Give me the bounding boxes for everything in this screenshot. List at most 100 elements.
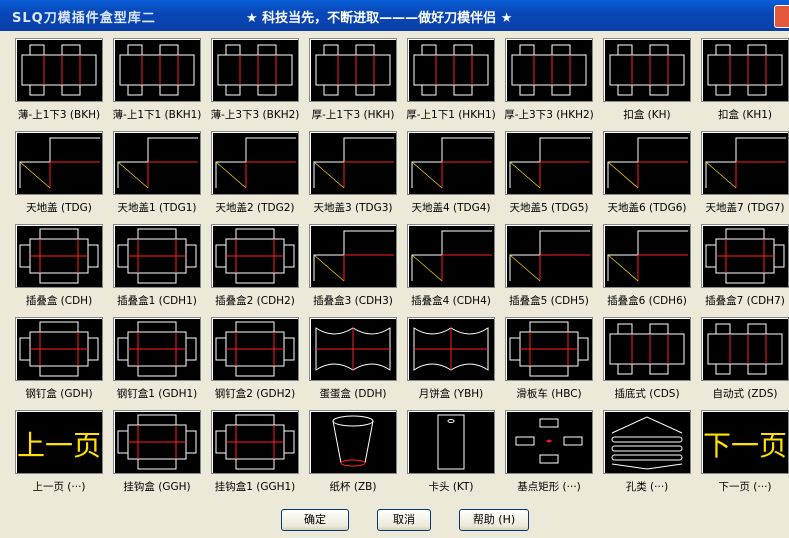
box-template-label: 天地盖6 (TDG6) xyxy=(607,202,687,214)
box-template-item[interactable]: 插叠盒5 (CDH5) xyxy=(503,222,595,312)
box-template-item[interactable]: 扣盒 (KH) xyxy=(601,36,693,126)
box-thumbnail[interactable] xyxy=(701,131,789,195)
box-thumbnail[interactable] xyxy=(701,317,789,381)
box-thumbnail[interactable] xyxy=(505,131,593,195)
box-thumbnail[interactable] xyxy=(15,317,103,381)
box-diagram-icon xyxy=(215,137,296,189)
box-thumbnail[interactable] xyxy=(407,317,495,381)
svg-text:上一页: 上一页 xyxy=(17,429,101,462)
box-thumbnail[interactable] xyxy=(113,38,201,102)
box-template-item[interactable]: 插叠盒7 (CDH7) xyxy=(699,222,789,312)
box-thumbnail[interactable] xyxy=(211,131,299,195)
box-template-item[interactable]: 插底式 (CDS) xyxy=(601,315,693,405)
box-template-item[interactable]: 挂钩盒1 (GGH1) xyxy=(209,408,301,498)
box-template-item[interactable]: 天地盖 (TDG) xyxy=(13,129,105,219)
box-thumbnail[interactable] xyxy=(309,131,397,195)
box-thumbnail[interactable] xyxy=(113,131,201,195)
box-template-item[interactable]: 厚-上3下3 (HKH2) xyxy=(503,36,595,126)
box-template-item[interactable]: 插叠盒1 (CDH1) xyxy=(111,222,203,312)
box-template-item[interactable]: 插叠盒 (CDH) xyxy=(13,222,105,312)
box-diagram-icon xyxy=(413,44,489,96)
box-thumbnail[interactable] xyxy=(505,410,593,474)
box-template-item[interactable]: 挂钩盒 (GGH) xyxy=(111,408,203,498)
close-icon[interactable] xyxy=(774,5,789,28)
box-diagram-icon xyxy=(332,415,374,467)
box-thumbnail[interactable] xyxy=(15,38,103,102)
box-template-item[interactable]: 扣盒 (KH1) xyxy=(699,36,789,126)
box-thumbnail[interactable] xyxy=(603,38,691,102)
box-thumbnail[interactable] xyxy=(407,224,495,288)
box-template-item[interactable]: 天地盖3 (TDG3) xyxy=(307,129,399,219)
box-template-item[interactable]: 插叠盒6 (CDH6) xyxy=(601,222,693,312)
next-page-button[interactable]: 下一页 下一页 (···) xyxy=(699,408,789,498)
box-template-item[interactable]: 厚-上1下3 (HKH) xyxy=(307,36,399,126)
box-template-item[interactable]: 月饼盒 (YBH) xyxy=(405,315,497,405)
box-diagram-icon xyxy=(19,137,100,189)
box-template-item[interactable]: 天地盖1 (TDG1) xyxy=(111,129,203,219)
box-template-item[interactable]: 薄-上1下3 (BKH) xyxy=(13,36,105,126)
box-template-item[interactable]: 纸杯 (ZB) xyxy=(307,408,399,498)
prev-page-button[interactable]: 上一页 上一页 (···) xyxy=(13,408,105,498)
cancel-button[interactable]: 取消 xyxy=(377,509,431,531)
box-template-item[interactable]: 插叠盒2 (CDH2) xyxy=(209,222,301,312)
help-button[interactable]: 帮助 (H) xyxy=(459,509,529,531)
box-thumbnail[interactable] xyxy=(603,317,691,381)
box-template-item[interactable]: 滑板车 (HBC) xyxy=(503,315,595,405)
box-thumbnail[interactable] xyxy=(407,38,495,102)
box-thumbnail[interactable] xyxy=(211,410,299,474)
box-diagram-icon xyxy=(117,414,197,470)
box-thumbnail[interactable] xyxy=(113,317,201,381)
box-thumbnail[interactable]: 上一页 xyxy=(15,410,103,474)
box-thumbnail[interactable] xyxy=(603,131,691,195)
box-template-item[interactable]: 蛋蛋盒 (DDH) xyxy=(307,315,399,405)
box-thumbnail[interactable] xyxy=(309,224,397,288)
box-template-label: 薄-上1下1 (BKH1) xyxy=(112,109,202,121)
box-template-item[interactable]: 自动式 (ZDS) xyxy=(699,315,789,405)
box-template-item[interactable]: 薄-上1下1 (BKH1) xyxy=(111,36,203,126)
box-thumbnail[interactable] xyxy=(211,224,299,288)
box-thumbnail[interactable] xyxy=(407,131,495,195)
box-template-item[interactable]: 薄-上3下3 (BKH2) xyxy=(209,36,301,126)
box-template-label: 天地盖3 (TDG3) xyxy=(313,202,393,214)
box-diagram-icon: 上一页 xyxy=(17,429,101,462)
box-thumbnail[interactable] xyxy=(15,224,103,288)
box-template-item[interactable]: 钢钉盒 (GDH) xyxy=(13,315,105,405)
box-template-label: 孔类 (···) xyxy=(625,481,669,493)
box-template-item[interactable]: 天地盖2 (TDG2) xyxy=(209,129,301,219)
box-thumbnail[interactable] xyxy=(309,38,397,102)
box-template-item[interactable]: 天地盖7 (TDG7) xyxy=(699,129,789,219)
box-thumbnail[interactable] xyxy=(113,410,201,474)
box-template-item[interactable]: 天地盖6 (TDG6) xyxy=(601,129,693,219)
box-template-item[interactable]: 卡头 (KT) xyxy=(405,408,497,498)
box-thumbnail[interactable] xyxy=(309,317,397,381)
box-template-item[interactable]: 钢钉盒2 (GDH2) xyxy=(209,315,301,405)
box-template-item[interactable]: 天地盖4 (TDG4) xyxy=(405,129,497,219)
box-template-label: 天地盖 (TDG) xyxy=(26,202,92,214)
box-thumbnail[interactable] xyxy=(505,38,593,102)
box-template-item[interactable]: 基点矩形 (···) xyxy=(503,408,595,498)
box-thumbnail[interactable] xyxy=(701,224,789,288)
box-template-item[interactable]: 插叠盒4 (CDH4) xyxy=(405,222,497,312)
box-thumbnail[interactable] xyxy=(309,410,397,474)
box-template-item[interactable]: 孔类 (···) xyxy=(601,408,693,498)
box-template-item[interactable]: 钢钉盒1 (GDH1) xyxy=(111,315,203,405)
box-thumbnail[interactable] xyxy=(407,410,495,474)
box-thumbnail[interactable] xyxy=(505,224,593,288)
box-thumbnail[interactable] xyxy=(603,224,691,288)
box-template-label: 厚-上3下3 (HKH2) xyxy=(504,109,594,121)
box-diagram-icon xyxy=(117,137,198,189)
box-template-label: 插叠盒2 (CDH2) xyxy=(215,295,295,307)
box-thumbnail[interactable] xyxy=(505,317,593,381)
box-thumbnail[interactable] xyxy=(211,317,299,381)
ok-button[interactable]: 确定 xyxy=(281,509,349,531)
box-thumbnail[interactable]: 下一页 xyxy=(701,410,789,474)
box-template-item[interactable]: 厚-上1下1 (HKH1) xyxy=(405,36,497,126)
box-thumbnail[interactable] xyxy=(603,410,691,474)
box-template-label: 插叠盒1 (CDH1) xyxy=(117,295,197,307)
box-thumbnail[interactable] xyxy=(15,131,103,195)
box-thumbnail[interactable] xyxy=(211,38,299,102)
box-template-item[interactable]: 天地盖5 (TDG5) xyxy=(503,129,595,219)
box-thumbnail[interactable] xyxy=(113,224,201,288)
box-template-item[interactable]: 插叠盒3 (CDH3) xyxy=(307,222,399,312)
box-thumbnail[interactable] xyxy=(701,38,789,102)
